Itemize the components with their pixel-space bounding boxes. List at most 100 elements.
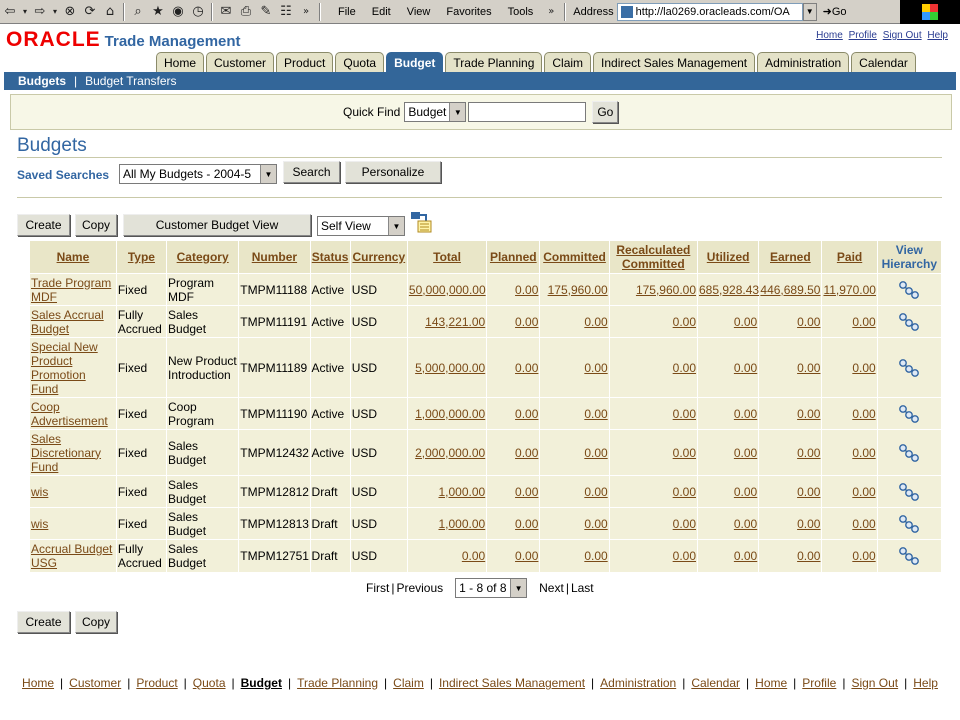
copy-button-bottom[interactable]: Copy: [75, 611, 117, 633]
column-header-earned[interactable]: Earned: [758, 241, 823, 274]
view-select[interactable]: Self View ▼: [317, 216, 405, 236]
subnav-budgets[interactable]: Budgets: [18, 74, 66, 88]
committed-amount-link[interactable]: 0.00: [584, 315, 607, 329]
committed-amount-link[interactable]: 0.00: [584, 361, 607, 375]
recalculated-committed-amount-link[interactable]: 0.00: [673, 517, 696, 531]
address-bar[interactable]: http://la0269.oracleads.com/OA: [616, 2, 803, 21]
tab-product[interactable]: Product: [276, 52, 334, 72]
total-amount-link[interactable]: 1,000.00: [438, 485, 485, 499]
hierarchy-icon[interactable]: [898, 443, 920, 463]
copy-button[interactable]: Copy: [75, 214, 117, 236]
forward-dropdown-icon[interactable]: ▾: [50, 2, 60, 22]
utilized-amount-link[interactable]: 0.00: [734, 315, 757, 329]
refresh-icon[interactable]: ⟳: [80, 2, 100, 22]
paid-amount-link[interactable]: 0.00: [852, 549, 875, 563]
planned-amount-link[interactable]: 0.00: [515, 407, 538, 421]
earned-amount-link[interactable]: 0.00: [797, 315, 820, 329]
menu-tools[interactable]: Tools: [500, 6, 542, 18]
total-amount-link[interactable]: 143,221.00: [425, 315, 485, 329]
create-button-bottom[interactable]: Create: [17, 611, 70, 633]
back-icon[interactable]: ⇦: [0, 2, 20, 22]
total-amount-link[interactable]: 2,000,000.00: [415, 446, 485, 460]
hierarchy-icon[interactable]: [898, 280, 920, 300]
address-dropdown-icon[interactable]: ▼: [802, 2, 817, 21]
global-link-home[interactable]: Home: [816, 30, 843, 41]
footer-link-calendar[interactable]: Calendar: [691, 676, 740, 690]
footer-link-indirect-sales-management[interactable]: Indirect Sales Management: [439, 676, 585, 690]
budget-name-link[interactable]: wis: [31, 517, 48, 531]
recalculated-committed-amount-link[interactable]: 0.00: [673, 485, 696, 499]
footer-link-administration[interactable]: Administration: [600, 676, 676, 690]
planned-amount-link[interactable]: 0.00: [515, 446, 538, 460]
tab-budget[interactable]: Budget: [386, 52, 444, 72]
hierarchy-icon[interactable]: [898, 514, 920, 534]
utilized-amount-link[interactable]: 0.00: [734, 549, 757, 563]
column-header-category[interactable]: Category: [166, 241, 240, 274]
search-button[interactable]: Search: [283, 161, 340, 183]
saved-search-select[interactable]: All My Budgets - 2004-5 ▼: [119, 164, 277, 184]
paid-amount-link[interactable]: 0.00: [852, 485, 875, 499]
footer-link-customer[interactable]: Customer: [69, 676, 121, 690]
tab-trade-planning[interactable]: Trade Planning: [445, 52, 543, 72]
forward-icon[interactable]: ⇨: [30, 2, 50, 22]
column-header-status[interactable]: Status: [310, 241, 351, 274]
footer-link-trade-planning[interactable]: Trade Planning: [297, 676, 378, 690]
history-icon[interactable]: ◷: [188, 2, 208, 22]
footer-link-help[interactable]: Help: [913, 676, 938, 690]
stop-icon[interactable]: ⊗: [60, 2, 80, 22]
budget-name-link[interactable]: Coop Advertisement: [31, 400, 108, 428]
quick-find-input[interactable]: [468, 102, 587, 122]
menu-edit[interactable]: Edit: [364, 6, 399, 18]
footer-link-home[interactable]: Home: [755, 676, 787, 690]
column-header-type[interactable]: Type: [116, 241, 168, 274]
tab-indirect-sales-management[interactable]: Indirect Sales Management: [593, 52, 756, 72]
menu-file[interactable]: File: [330, 6, 364, 18]
planned-amount-link[interactable]: 0.00: [515, 485, 538, 499]
footer-link-home[interactable]: Home: [22, 676, 54, 690]
planned-amount-link[interactable]: 0.00: [515, 549, 538, 563]
menu-overflow-icon[interactable]: »: [541, 2, 561, 22]
recalculated-committed-amount-link[interactable]: 0.00: [673, 549, 696, 563]
utilized-amount-link[interactable]: 0.00: [734, 517, 757, 531]
utilized-amount-link[interactable]: 0.00: [734, 361, 757, 375]
budget-name-link[interactable]: Sales Accrual Budget: [31, 308, 104, 336]
earned-amount-link[interactable]: 0.00: [797, 407, 820, 421]
earned-amount-link[interactable]: 0.00: [797, 517, 820, 531]
utilized-amount-link[interactable]: 685,928.43: [699, 283, 759, 297]
toolbar-overflow-icon[interactable]: »: [296, 2, 316, 22]
planned-amount-link[interactable]: 0.00: [515, 283, 538, 297]
column-header-total[interactable]: Total: [407, 241, 488, 274]
total-amount-link[interactable]: 0.00: [462, 549, 485, 563]
global-link-help[interactable]: Help: [927, 30, 948, 41]
committed-amount-link[interactable]: 0.00: [584, 517, 607, 531]
global-link-profile[interactable]: Profile: [849, 30, 877, 41]
pager-range-select[interactable]: 1 - 8 of 8 ▼: [455, 578, 528, 598]
footer-link-product[interactable]: Product: [136, 676, 177, 690]
tab-administration[interactable]: Administration: [757, 52, 850, 72]
subnav-budget-transfers[interactable]: Budget Transfers: [85, 74, 176, 88]
hierarchy-icon[interactable]: [898, 546, 920, 566]
column-header-currency[interactable]: Currency: [350, 241, 408, 274]
recalculated-committed-amount-link[interactable]: 175,960.00: [636, 283, 696, 297]
edit-icon[interactable]: ✎: [256, 2, 276, 22]
tab-calendar[interactable]: Calendar: [851, 52, 916, 72]
committed-amount-link[interactable]: 0.00: [584, 485, 607, 499]
recalculated-committed-amount-link[interactable]: 0.00: [673, 361, 696, 375]
earned-amount-link[interactable]: 0.00: [797, 446, 820, 460]
home-icon[interactable]: ⌂: [100, 2, 120, 22]
paid-amount-link[interactable]: 0.00: [852, 446, 875, 460]
column-header-planned[interactable]: Planned: [486, 241, 541, 274]
footer-link-quota[interactable]: Quota: [193, 676, 226, 690]
paid-amount-link[interactable]: 0.00: [852, 407, 875, 421]
hierarchy-icon[interactable]: [898, 312, 920, 332]
hierarchy-icon[interactable]: [898, 482, 920, 502]
paid-amount-link[interactable]: 11,970.00: [823, 283, 876, 297]
menu-favorites[interactable]: Favorites: [438, 6, 499, 18]
export-icon[interactable]: [409, 210, 433, 234]
column-header-number[interactable]: Number: [238, 241, 311, 274]
tab-customer[interactable]: Customer: [206, 52, 275, 72]
budget-name-link[interactable]: Accrual Budget USG: [31, 542, 112, 570]
tab-home[interactable]: Home: [156, 52, 205, 72]
menu-view[interactable]: View: [399, 6, 439, 18]
media-icon[interactable]: ◉: [168, 2, 188, 22]
